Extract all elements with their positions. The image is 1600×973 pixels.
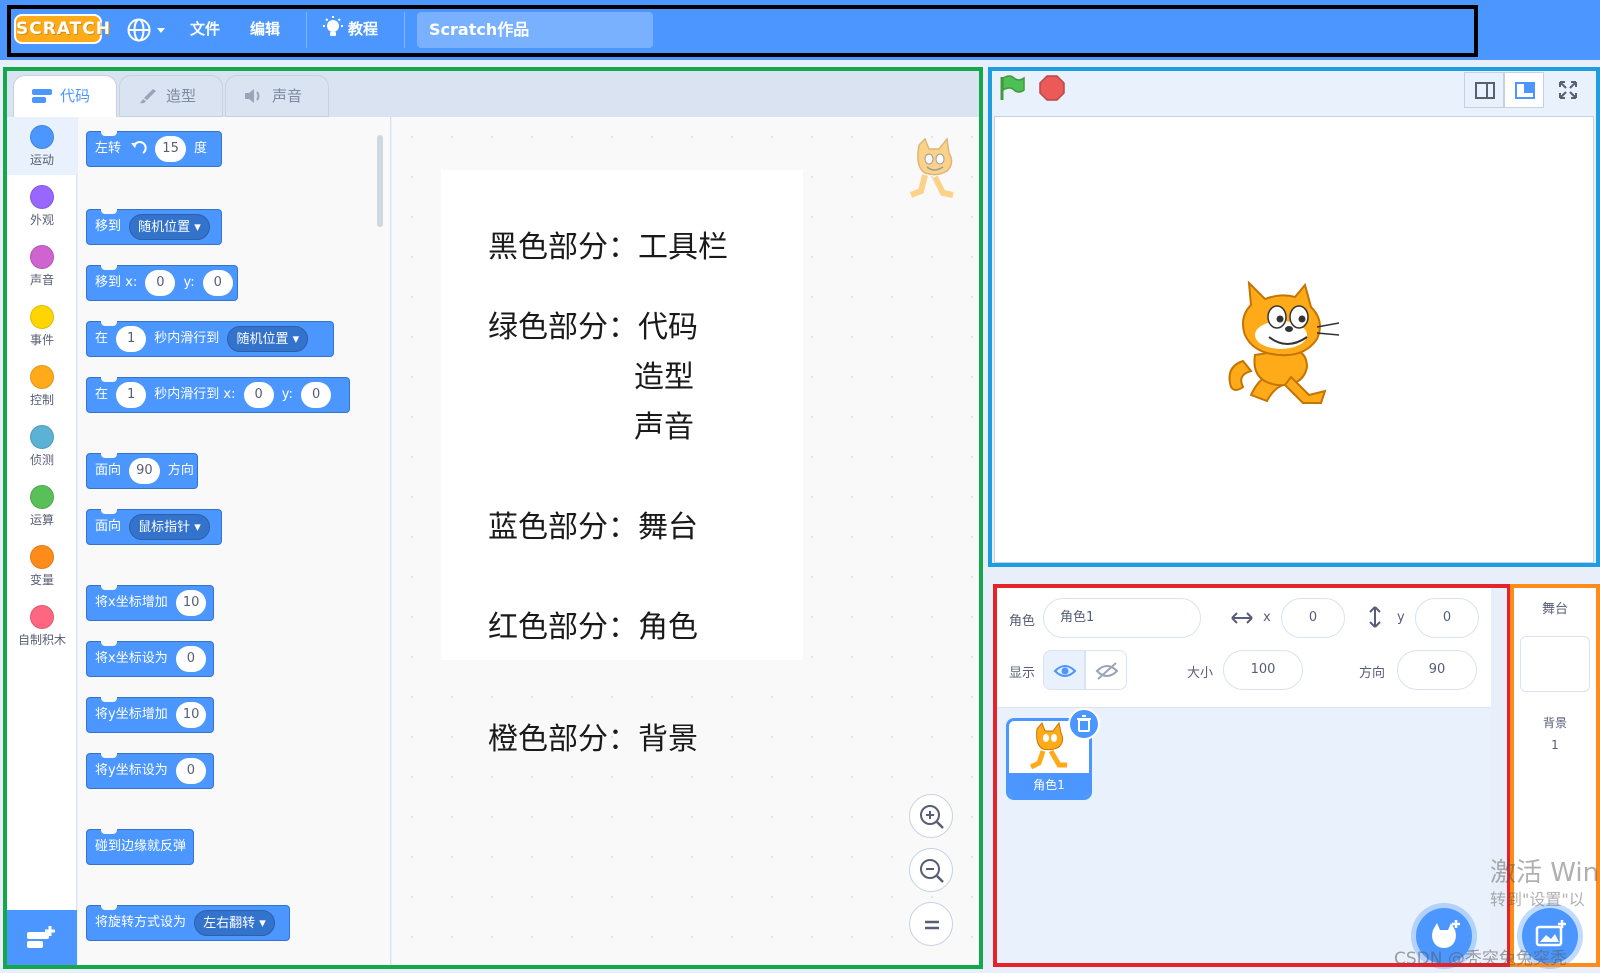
stage-highlight-frame (988, 67, 1600, 567)
windows-activation-watermark: 激活 Win (1490, 858, 1600, 888)
windows-activation-hint: 转到"设置"以 (1490, 890, 1585, 909)
code-highlight-frame (3, 67, 983, 969)
scratch-editor: SCRATCH 文件 编辑 教程 Scratch作品 代码 造型 声音 运动 外… (0, 0, 1600, 973)
toolbar-highlight-frame (7, 5, 1478, 57)
sprite-highlight-frame (993, 584, 1511, 967)
csdn-credit: CSDN @秃突兔兔突秃 (1394, 949, 1567, 969)
